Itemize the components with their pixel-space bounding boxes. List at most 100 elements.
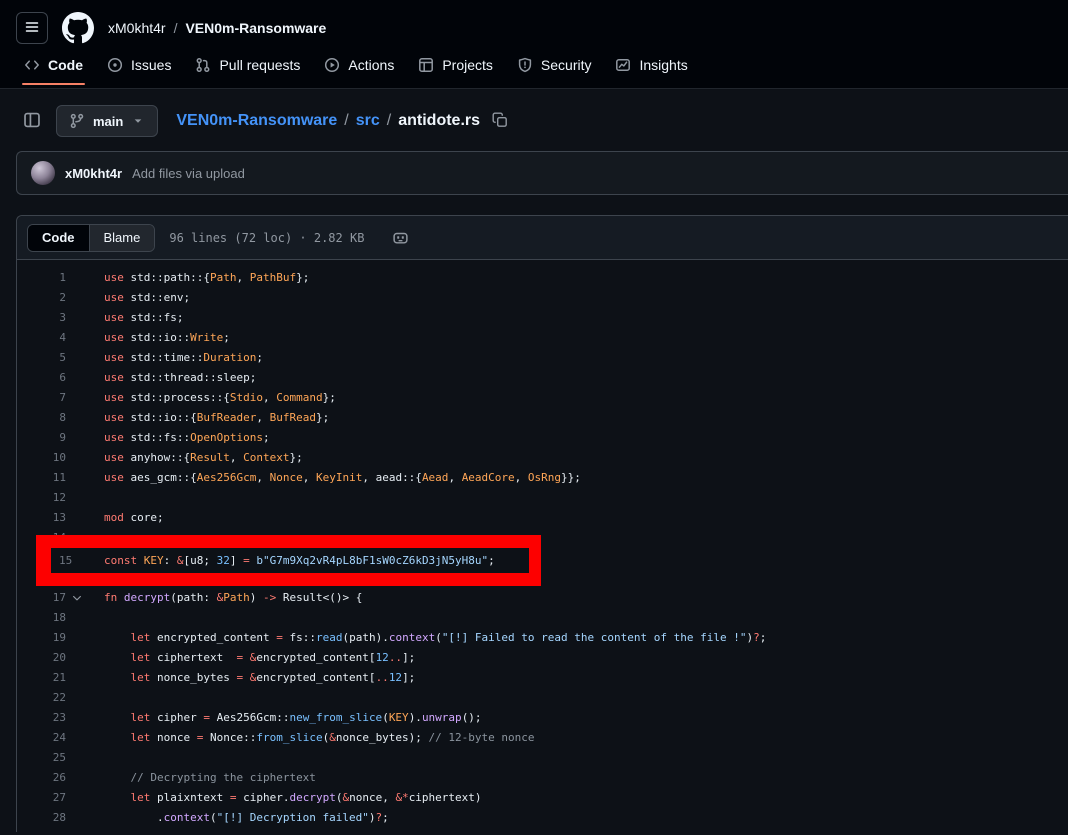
hamburger-menu-button[interactable] xyxy=(16,12,48,44)
line-number[interactable]: 24 xyxy=(17,728,66,748)
line-number[interactable]: 3 xyxy=(17,308,66,328)
code-line-4: 4 use std::io::Write; xyxy=(17,328,1068,348)
code-line-26: 26 // Decrypting the ciphertext xyxy=(17,768,1068,788)
code-line-7: 7use std::process::{Stdio, Command}; xyxy=(17,388,1068,408)
chevron-spacer xyxy=(66,268,88,288)
code-text: let nonce_bytes = &encrypted_content[..1… xyxy=(88,668,415,688)
line-number[interactable]: 2 xyxy=(17,288,66,308)
breadcrumb: VEN0m-Ransomware / src / antidote.rs xyxy=(176,112,480,130)
line-number[interactable]: 21 xyxy=(17,668,66,688)
git-branch-icon xyxy=(69,113,85,129)
chevron-spacer xyxy=(66,428,88,448)
breadcrumb-folder-link[interactable]: src xyxy=(356,112,380,130)
line-number[interactable]: 1 xyxy=(17,268,66,288)
commit-author[interactable]: xM0kht4r xyxy=(65,166,122,181)
code-text: use std::time::Duration; xyxy=(88,348,263,368)
github-logo-icon[interactable] xyxy=(62,12,94,44)
line-number[interactable]: 27 xyxy=(17,788,66,808)
chevron-spacer xyxy=(66,788,88,808)
tab-insights[interactable]: Insights xyxy=(607,52,695,78)
tab-projects[interactable]: Projects xyxy=(410,52,501,78)
line-number[interactable]: 4 xyxy=(17,328,66,348)
code-text xyxy=(88,488,104,508)
code-text: .context("[!] Decryption failed")?; xyxy=(88,808,389,828)
avatar[interactable] xyxy=(31,161,55,185)
robot-icon[interactable] xyxy=(392,229,409,246)
code-text: // Decrypting the ciphertext xyxy=(88,768,316,788)
line-number[interactable]: 9 xyxy=(17,428,66,448)
latest-commit-bar[interactable]: xM0kht4r Add files via upload xyxy=(16,151,1068,195)
chevron-spacer xyxy=(66,808,88,828)
line-number[interactable]: 26 xyxy=(17,768,66,788)
code-line-13: 13mod core; xyxy=(17,508,1068,528)
code-line-11: 11use aes_gcm::{Aes256Gcm, Nonce, KeyIni… xyxy=(17,468,1068,488)
red-highlight-annotation: 15 const KEY: &[u8; 32] = b"G7m9Xq2vR4pL… xyxy=(36,535,541,586)
branch-selector-button[interactable]: main xyxy=(56,105,158,137)
line-number[interactable]: 25 xyxy=(17,748,66,768)
line-number[interactable]: 11 xyxy=(17,468,66,488)
issues-icon xyxy=(107,57,123,73)
repo-link[interactable]: VEN0m-Ransomware xyxy=(185,20,326,36)
chevron-spacer xyxy=(66,408,88,428)
line-number[interactable]: 19 xyxy=(17,628,66,648)
breadcrumb-file-name: antidote.rs xyxy=(398,112,480,130)
tab-pull-requests[interactable]: Pull requests xyxy=(187,52,308,78)
code-line-10: 10 use anyhow::{Result, Context}; xyxy=(17,448,1068,468)
code-text: use std::io::Write; xyxy=(88,328,230,348)
code-text: use std::fs::OpenOptions; xyxy=(88,428,270,448)
line-number[interactable]: 20 xyxy=(17,648,66,668)
line-number[interactable]: 10 xyxy=(17,448,66,468)
breadcrumb-separator: / xyxy=(387,112,391,130)
chevron-spacer xyxy=(66,308,88,328)
tab-actions[interactable]: Actions xyxy=(316,52,402,78)
code-text xyxy=(88,608,104,628)
chevron-spacer xyxy=(66,748,88,768)
line-number[interactable]: 12 xyxy=(17,488,66,508)
code-line-23: 23 let cipher = Aes256Gcm::new_from_slic… xyxy=(17,708,1068,728)
collapse-chevron-icon[interactable] xyxy=(66,588,88,608)
breadcrumb-repo-link[interactable]: VEN0m-Ransomware xyxy=(176,112,337,130)
line-number[interactable]: 17 xyxy=(17,588,66,608)
highlighted-code-line: 15 const KEY: &[u8; 32] = b"G7m9Xq2vR4pL… xyxy=(51,548,529,573)
tab-blame-view[interactable]: Blame xyxy=(89,225,155,251)
hamburger-icon xyxy=(24,19,40,38)
line-number[interactable]: 13 xyxy=(17,508,66,528)
line-number[interactable]: 8 xyxy=(17,408,66,428)
actions-icon xyxy=(324,57,340,73)
owner-link[interactable]: xM0kht4r xyxy=(108,20,166,36)
code-text: use anyhow::{Result, Context}; xyxy=(88,448,303,468)
line-number[interactable]: 23 xyxy=(17,708,66,728)
copy-path-button[interactable] xyxy=(492,112,508,131)
line-number[interactable]: 22 xyxy=(17,688,66,708)
insights-icon xyxy=(615,57,631,73)
line-number[interactable]: 28 xyxy=(17,808,66,828)
header-top-row: xM0kht4r / VEN0m-Ransomware xyxy=(16,8,1052,48)
line-number[interactable]: 7 xyxy=(17,388,66,408)
line-number[interactable]: 5 xyxy=(17,348,66,368)
highlight-line-number[interactable]: 15 xyxy=(59,551,104,571)
code-line-28: 28 .context("[!] Decryption failed")?; xyxy=(17,808,1068,828)
commit-message[interactable]: Add files via upload xyxy=(132,166,245,181)
code-line-17: 17fn decrypt(path: &Path) -> Result<()> … xyxy=(17,588,1068,608)
file-tree-toggle-button[interactable] xyxy=(16,105,48,137)
context-separator: / xyxy=(174,20,178,36)
tab-code[interactable]: Code xyxy=(16,52,91,78)
chevron-spacer xyxy=(66,368,88,388)
code-text: use std::thread::sleep; xyxy=(88,368,256,388)
copy-icon xyxy=(492,112,508,131)
tab-security[interactable]: Security xyxy=(509,52,600,78)
tab-label: Actions xyxy=(348,57,394,73)
pull-request-icon xyxy=(195,57,211,73)
side-panel-icon xyxy=(23,111,41,132)
line-number[interactable]: 6 xyxy=(17,368,66,388)
chevron-spacer xyxy=(66,508,88,528)
code-text: let nonce = Nonce::from_slice(&nonce_byt… xyxy=(88,728,535,748)
tab-issues[interactable]: Issues xyxy=(99,52,179,78)
tab-code-view[interactable]: Code xyxy=(28,225,89,251)
line-number[interactable]: 18 xyxy=(17,608,66,628)
chevron-spacer xyxy=(66,328,88,348)
chevron-spacer xyxy=(66,628,88,648)
projects-icon xyxy=(418,57,434,73)
code-text xyxy=(88,688,104,708)
code-blame-segmented-control: Code Blame xyxy=(27,224,155,252)
